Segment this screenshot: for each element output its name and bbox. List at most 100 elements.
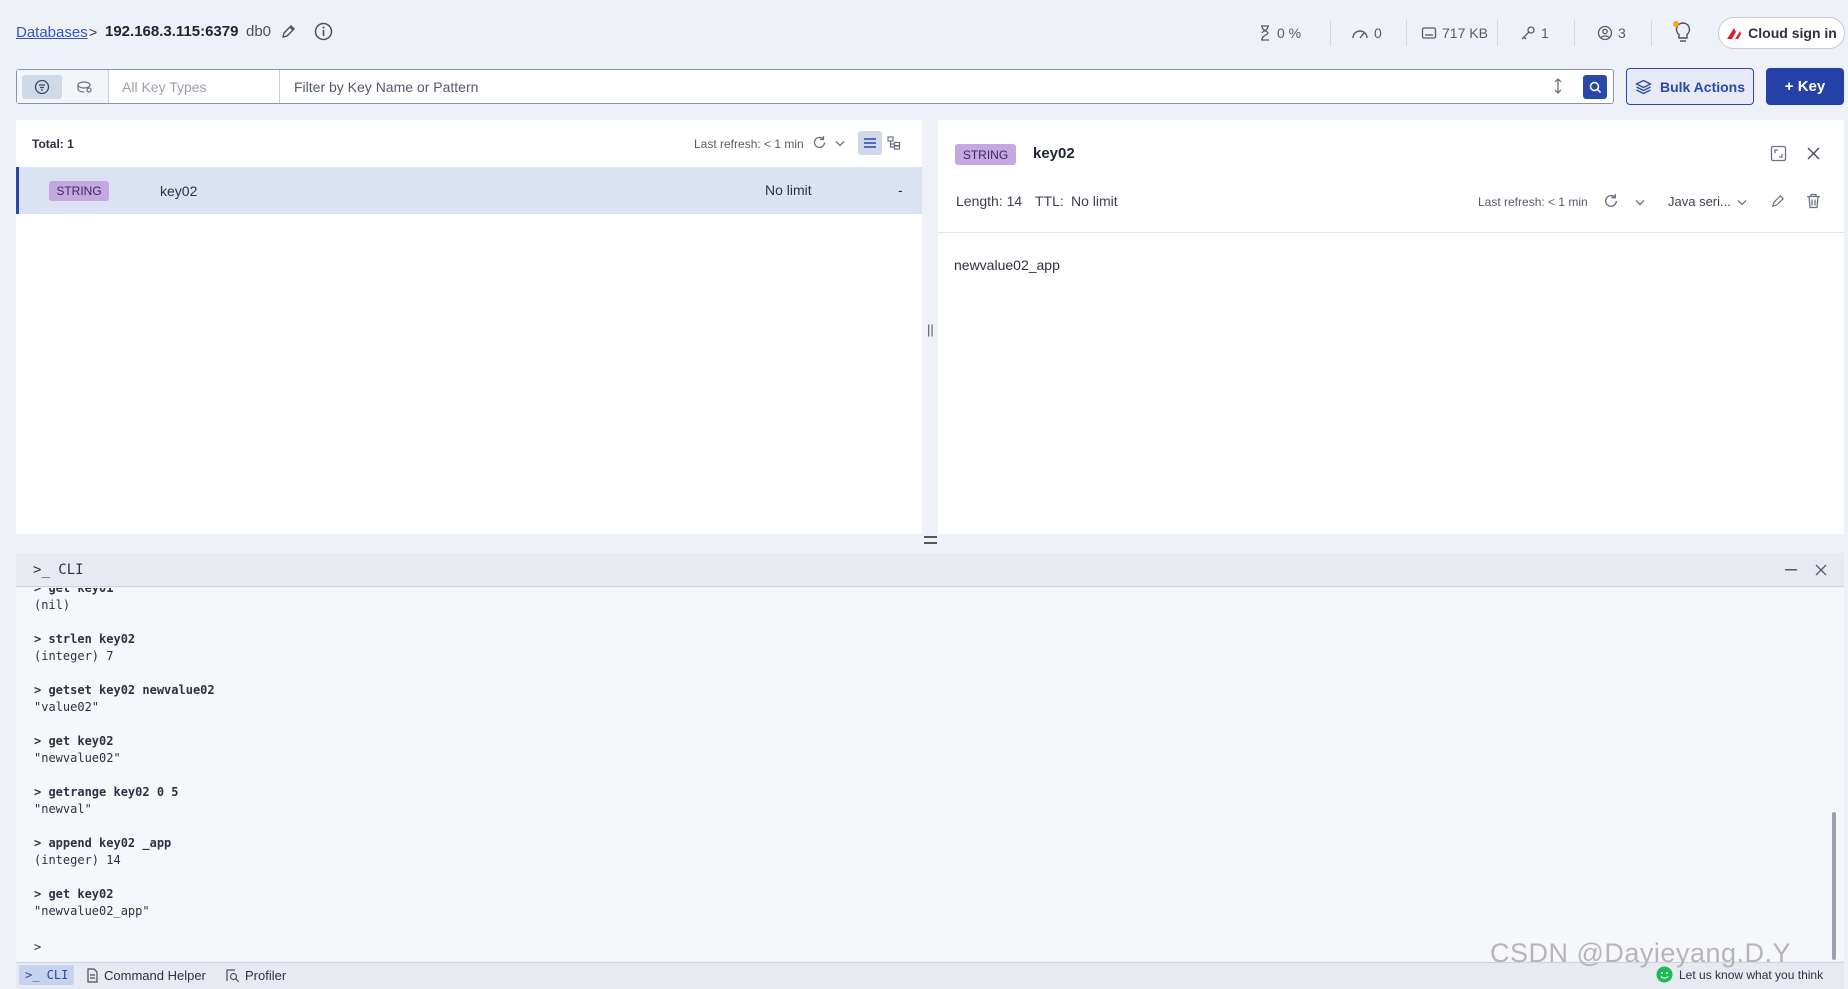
close-cli-icon[interactable]	[1815, 564, 1827, 576]
document-icon	[86, 967, 99, 983]
cli-command-line: > get key02	[34, 734, 114, 748]
cli-output-line: "value02"	[34, 700, 100, 714]
user-circle-icon	[1597, 25, 1613, 41]
tree-view-icon	[887, 136, 901, 150]
search-stack-icon	[76, 80, 94, 94]
memory-stat: 717 KB	[1421, 22, 1488, 44]
database-host: 192.168.3.115:6379	[105, 23, 239, 40]
tree-view-button[interactable]	[882, 131, 906, 155]
detail-refresh-icon[interactable]	[1603, 193, 1619, 209]
detail-last-refresh: Last refresh: < 1 min	[1478, 195, 1588, 209]
refresh-icon[interactable]	[812, 135, 827, 150]
cpu-stat: 0 %	[1258, 22, 1301, 44]
cli-output-line: "newvalue02"	[34, 751, 121, 765]
cli-output-area[interactable]: > get key01 (nil) > strlen key02 (integer) …	[16, 588, 1844, 961]
lightbulb-insights-icon[interactable]	[1672, 20, 1694, 44]
command-helper-tab[interactable]: Command Helper	[80, 965, 212, 985]
profiler-icon	[225, 968, 240, 983]
cli-output-line: (integer) 14	[34, 853, 121, 867]
cli-tab-label: >_ CLI	[25, 968, 69, 982]
keys-value: 1	[1541, 25, 1549, 41]
profiler-label: Profiler	[245, 967, 287, 983]
cpu-value: 0 %	[1277, 25, 1302, 41]
detail-refresh-chevron-down-icon[interactable]	[1635, 199, 1645, 206]
ops-value: 0	[1374, 25, 1382, 41]
cli-output-lines: > get key01 (nil) > strlen key02 (integer) …	[34, 588, 215, 920]
cli-output-line: (nil)	[34, 598, 71, 612]
profiler-tab[interactable]: Profiler	[219, 965, 292, 985]
key-value-text: newvalue02_app	[954, 257, 1060, 273]
add-key-button[interactable]: + Key	[1766, 68, 1844, 105]
stat-divider	[1497, 20, 1498, 46]
total-keys-count: Total: 1	[32, 137, 74, 151]
redis-logo-icon	[1726, 26, 1742, 40]
detail-ttl-label: TTL:	[1035, 193, 1064, 209]
cli-output-line: "newval"	[34, 802, 92, 816]
cloud-sign-in-button[interactable]: Cloud sign in	[1718, 17, 1845, 49]
stat-divider	[1651, 20, 1652, 46]
cli-header	[16, 553, 1844, 587]
memory-value: 717 KB	[1442, 25, 1488, 41]
clients-stat: 3	[1597, 22, 1626, 44]
filter-icon	[34, 79, 50, 95]
cli-output-line: "newvalue02_app"	[34, 904, 150, 918]
cli-blank-line	[34, 767, 215, 784]
cloud-sign-in-label: Cloud sign in	[1748, 25, 1837, 41]
list-view-icon	[863, 137, 877, 149]
keys-stat: 1	[1520, 22, 1549, 44]
command-helper-label: Command Helper	[104, 967, 206, 983]
bulk-actions-label: Bulk Actions	[1659, 78, 1746, 95]
breadcrumb-databases-link[interactable]: Databases	[16, 24, 88, 41]
filter-mode-button[interactable]	[22, 75, 62, 99]
cli-command-line: > get key02	[34, 887, 114, 901]
key-type-badge: STRING	[49, 181, 109, 201]
cli-output-line: (integer) 7	[34, 649, 114, 663]
vertical-resize-handle[interactable]: ||	[927, 322, 934, 337]
search-submit-button[interactable]	[1583, 75, 1607, 99]
cli-blank-line	[34, 869, 215, 886]
cli-scrollbar[interactable]	[1832, 812, 1836, 960]
edit-db-pencil-icon[interactable]	[280, 24, 296, 40]
fullscreen-icon[interactable]	[1770, 145, 1787, 162]
memory-icon	[1421, 26, 1437, 40]
key-size: -	[898, 182, 903, 198]
feedback-link[interactable]: Let us know what you think	[1656, 966, 1823, 983]
key-name: key02	[160, 183, 198, 199]
feedback-smiley-icon	[1656, 966, 1673, 983]
key-type-select[interactable]: All Key Types	[110, 70, 280, 103]
gauge-icon	[1351, 26, 1369, 40]
delete-key-trash-icon[interactable]	[1806, 193, 1821, 209]
detail-key-name[interactable]: key02	[1033, 145, 1075, 162]
close-details-icon[interactable]	[1806, 146, 1821, 161]
value-format-select[interactable]: Java seri...	[1668, 194, 1731, 209]
vector-search-mode-button[interactable]	[70, 75, 100, 99]
stat-divider	[1574, 20, 1575, 46]
bulk-actions-button[interactable]: Bulk Actions	[1626, 68, 1754, 105]
sort-arrows-icon[interactable]	[1552, 77, 1564, 95]
key-ttl: No limit	[765, 182, 812, 198]
edit-value-pencil-icon[interactable]	[1770, 194, 1785, 209]
key-icon	[1520, 25, 1536, 41]
auto-refresh-chevron-down-icon[interactable]	[835, 140, 845, 147]
ops-stat: 0	[1351, 22, 1382, 44]
list-view-button[interactable]	[858, 131, 882, 155]
cli-blank-line	[34, 716, 215, 733]
info-icon[interactable]	[314, 22, 333, 41]
horizontal-resize-handle[interactable]	[924, 536, 937, 544]
detail-ttl-value[interactable]: No limit	[1071, 193, 1118, 209]
cli-blank-line	[34, 614, 215, 631]
format-chevron-down-icon[interactable]	[1737, 199, 1747, 206]
key-pattern-search-input[interactable]	[282, 71, 1542, 102]
minimize-cli-icon[interactable]	[1785, 569, 1797, 571]
top-header: Databases > 192.168.3.115:6379 db0 0 % 0…	[0, 0, 1848, 66]
cli-command-line: > getrange key02 0 5	[34, 785, 179, 799]
cli-command-line: > append key02 _app	[34, 836, 172, 850]
cli-tab[interactable]: >_ CLI	[19, 965, 75, 985]
clients-value: 3	[1618, 25, 1626, 41]
cli-input-prompt[interactable]: >	[34, 940, 41, 954]
cpu-icon	[1258, 25, 1272, 41]
cli-command-line: > strlen key02	[34, 632, 136, 646]
feedback-label: Let us know what you think	[1679, 967, 1824, 982]
csdn-watermark: CSDN @Dayieyang.D.Y	[1490, 938, 1792, 968]
database-index: db0	[246, 23, 272, 40]
